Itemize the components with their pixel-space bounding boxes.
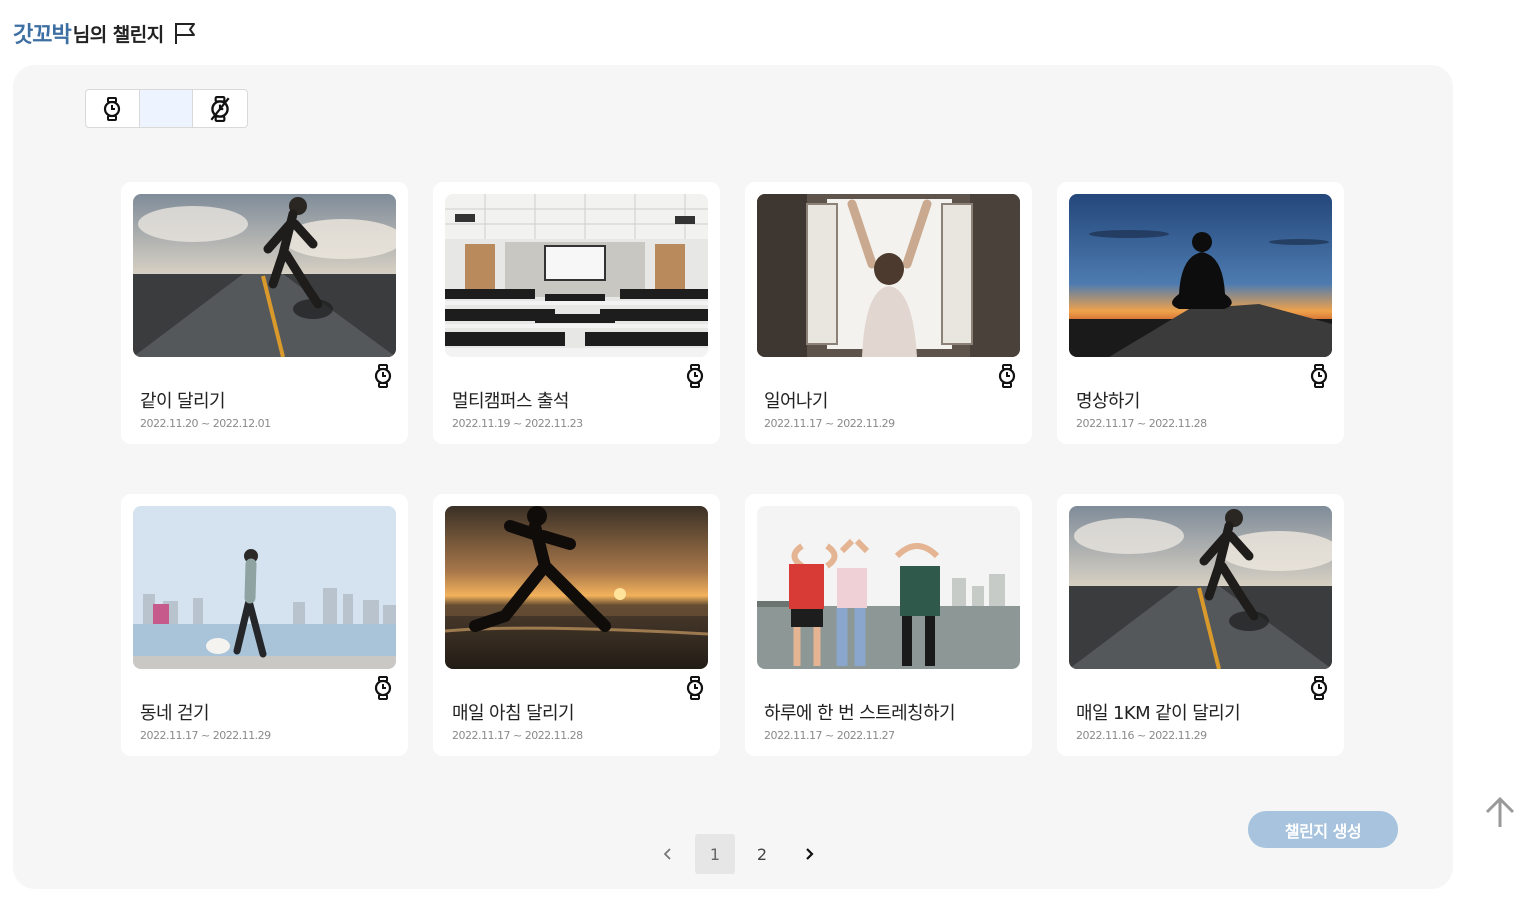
challenge-title: 일어나기 — [764, 391, 828, 412]
pagination: 1 2 — [648, 834, 836, 874]
woman-walking-dog-photo — [133, 506, 396, 669]
challenge-date: 2022.11.19 ~ 2022.11.23 — [452, 417, 583, 430]
watch-icon — [374, 676, 392, 700]
title-suffix: 님의 챌린지 — [72, 23, 165, 46]
challenge-card[interactable]: 하루에 한 번 스트레칭하기 2022.11.17 ~ 2022.11.27 — [745, 494, 1032, 756]
challenge-card[interactable]: 매일 아침 달리기 2022.11.17 ~ 2022.11.28 — [433, 494, 720, 756]
challenge-date: 2022.11.16 ~ 2022.11.29 — [1076, 729, 1207, 742]
challenge-title: 하루에 한 번 스트레칭하기 — [764, 703, 956, 724]
page-2-button[interactable]: 2 — [742, 834, 782, 874]
challenge-panel: 같이 달리기 2022.11.20 ~ 2022.12.01 멀티캠퍼스 출석 … — [13, 65, 1453, 889]
challenge-title: 명상하기 — [1076, 391, 1140, 412]
challenge-date: 2022.11.20 ~ 2022.12.01 — [140, 417, 271, 430]
challenge-grid: 같이 달리기 2022.11.20 ~ 2022.12.01 멀티캠퍼스 출석 … — [121, 182, 1347, 756]
challenge-date: 2022.11.17 ~ 2022.11.28 — [452, 729, 583, 742]
runner-on-road-photo — [1069, 506, 1332, 669]
challenge-card[interactable]: 동네 걷기 2022.11.17 ~ 2022.11.29 — [121, 494, 408, 756]
chevron-right-icon — [806, 848, 814, 860]
challenge-date: 2022.11.17 ~ 2022.11.29 — [764, 417, 895, 430]
watch-icon — [998, 364, 1016, 388]
watch-icon — [374, 364, 392, 388]
filter-watch-button[interactable] — [86, 90, 140, 127]
challenge-card[interactable]: 일어나기 2022.11.17 ~ 2022.11.29 — [745, 182, 1032, 444]
group-stretching-photo — [757, 506, 1020, 669]
flag-icon — [172, 20, 198, 46]
challenge-title: 같이 달리기 — [140, 391, 226, 412]
challenge-card[interactable]: 명상하기 2022.11.17 ~ 2022.11.28 — [1057, 182, 1344, 444]
meditation-sunset-photo — [1069, 194, 1332, 357]
challenge-title: 멀티캠퍼스 출석 — [452, 391, 569, 412]
page-1-button[interactable]: 1 — [695, 834, 735, 874]
next-page-button[interactable] — [789, 834, 829, 874]
classroom-photo — [445, 194, 708, 357]
watch-icon — [1310, 676, 1328, 700]
create-challenge-button[interactable]: 챌린지 생성 — [1248, 811, 1398, 848]
challenge-date: 2022.11.17 ~ 2022.11.27 — [764, 729, 895, 742]
page-title: 갓꼬박 님의 챌린지 — [13, 18, 198, 48]
beach-runner-sunset-photo — [445, 506, 708, 669]
challenge-date: 2022.11.17 ~ 2022.11.29 — [140, 729, 271, 742]
watch-icon — [1310, 364, 1328, 388]
user-name: 갓꼬박 — [13, 23, 72, 48]
watch-icon — [686, 676, 704, 700]
filter-all-button[interactable] — [139, 90, 194, 127]
challenge-title: 매일 1KM 같이 달리기 — [1076, 703, 1241, 724]
watch-icon — [104, 96, 121, 121]
arrow-up-icon — [1485, 796, 1515, 827]
chevron-left-icon — [663, 848, 671, 860]
challenge-card[interactable]: 같이 달리기 2022.11.20 ~ 2022.12.01 — [121, 182, 408, 444]
challenge-title: 동네 걷기 — [140, 703, 210, 724]
challenge-title: 매일 아침 달리기 — [452, 703, 575, 724]
challenge-date: 2022.11.17 ~ 2022.11.28 — [1076, 417, 1207, 430]
woman-stretching-at-window-photo — [757, 194, 1020, 357]
challenge-card[interactable]: 매일 1KM 같이 달리기 2022.11.16 ~ 2022.11.29 — [1057, 494, 1344, 756]
runner-on-road-photo — [133, 194, 396, 357]
watch-filter-group — [85, 89, 248, 128]
prev-page-button[interactable] — [648, 834, 688, 874]
filter-no-watch-button[interactable] — [193, 90, 247, 127]
scroll-to-top-button[interactable] — [1484, 795, 1516, 829]
challenge-card[interactable]: 멀티캠퍼스 출석 2022.11.19 ~ 2022.11.23 — [433, 182, 720, 444]
watch-off-icon — [210, 95, 230, 122]
watch-icon — [686, 364, 704, 388]
